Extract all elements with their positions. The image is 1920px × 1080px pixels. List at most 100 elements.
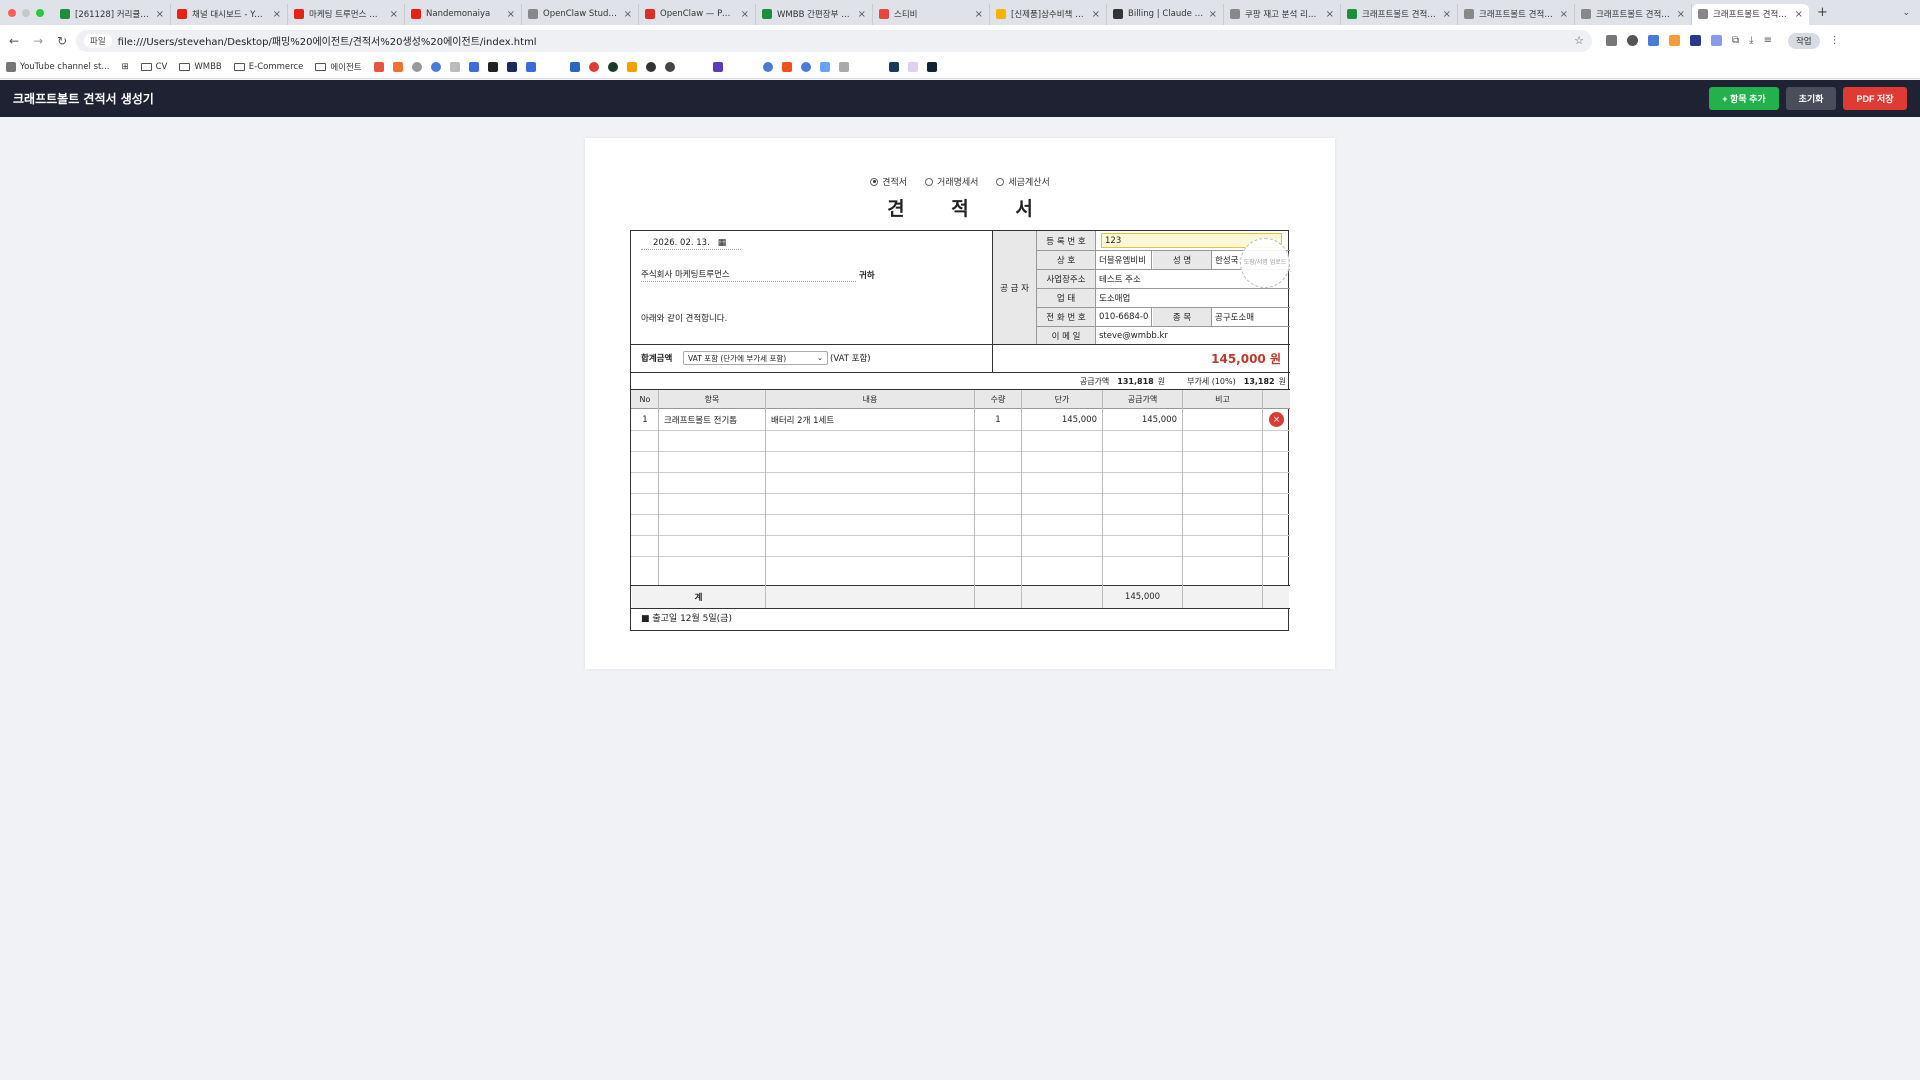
bookmark-icon[interactable] xyxy=(907,62,918,72)
bookmark-icon[interactable] xyxy=(607,62,618,72)
browser-tab[interactable]: 크래프트볼트 견적서 생 × xyxy=(1692,3,1809,25)
bookmark-folder-cv[interactable]: CV xyxy=(140,62,167,72)
vat-select[interactable]: VAT 포함 (단가에 부가세 포함) ⌄ xyxy=(683,351,828,365)
client-name-input[interactable]: 주식회사 마케팅트루먼스 xyxy=(641,267,856,282)
bookmark-icon[interactable] xyxy=(888,62,899,72)
tab-close-icon[interactable]: × xyxy=(1092,9,1100,20)
browser-tab[interactable]: 크래프트볼트 견적서 생 × xyxy=(1458,3,1575,25)
radio-checked-icon[interactable] xyxy=(870,177,879,186)
bookmark-icon[interactable] xyxy=(926,62,937,72)
email-input[interactable]: steve@wmbb.kr xyxy=(1099,327,1284,344)
bookmark-icon[interactable] xyxy=(838,62,849,72)
radio-icon[interactable] xyxy=(925,177,934,186)
tab-close-icon[interactable]: × xyxy=(1326,9,1334,20)
minimize-window-button[interactable] xyxy=(22,8,30,17)
tab-close-icon[interactable]: × xyxy=(156,9,164,20)
apps-icon[interactable]: ⊞ xyxy=(121,62,128,72)
bookmark-icon[interactable] xyxy=(762,62,773,72)
extension-icon[interactable] xyxy=(1648,35,1659,46)
browser-tab[interactable]: 채널 대시보드 - YouTube × xyxy=(171,3,288,25)
bookmark-folder-agent[interactable]: 에이전트 xyxy=(315,61,362,73)
bookmark-icon[interactable] xyxy=(525,62,536,72)
item-category-input[interactable]: 공구도소매 xyxy=(1215,308,1285,326)
phone-input[interactable]: 010-6684-0 xyxy=(1099,308,1149,326)
forward-icon[interactable]: → xyxy=(33,34,43,48)
description-input[interactable]: 배터리 2개 1세트 xyxy=(766,409,974,430)
browser-tab[interactable]: 마케팅 트루먼스 Marketing × xyxy=(288,3,405,25)
save-pdf-button[interactable]: PDF 저장 xyxy=(1843,87,1907,110)
tab-close-icon[interactable]: × xyxy=(1795,9,1803,20)
bookmark-folder-wmbb[interactable]: WMBB xyxy=(179,62,222,72)
tab-close-icon[interactable]: × xyxy=(624,9,632,20)
bookmark-folder-ecommerce[interactable]: E-Commerce xyxy=(233,62,303,72)
address-bar[interactable]: 파일 file:///Users/stevehan/Desktop/패밍%20에… xyxy=(76,29,1592,52)
menu-icon[interactable]: ⋮ xyxy=(1830,35,1840,46)
extension-icon[interactable] xyxy=(1711,35,1722,46)
footer-note[interactable]: ■ 출고일 12월 5일(금) xyxy=(641,609,941,625)
browser-tab[interactable]: Nandemonaiya × xyxy=(405,3,522,25)
bookmark-youtube-channel[interactable]: YouTube channel st... xyxy=(6,62,109,72)
new-tab-button[interactable]: + xyxy=(1809,5,1836,20)
bookmark-icon[interactable] xyxy=(819,62,830,72)
tab-close-icon[interactable]: × xyxy=(273,9,281,20)
browser-tab[interactable]: 크래프트볼트 견적서 - × xyxy=(1341,3,1458,25)
bookmark-icon[interactable] xyxy=(645,62,656,72)
doc-type-quote[interactable]: 견적서 xyxy=(870,175,907,188)
bookmark-icon[interactable] xyxy=(588,62,599,72)
bookmark-icon[interactable] xyxy=(800,62,811,72)
bookmark-icon[interactable] xyxy=(468,62,479,72)
browser-tab[interactable]: 크래프트볼트 견적서 생 × xyxy=(1575,3,1692,25)
url-text[interactable]: file:///Users/stevehan/Desktop/패밍%20에이전트… xyxy=(118,33,1574,48)
unit-price-input[interactable]: 145,000 xyxy=(1022,409,1102,430)
bookmark-icon[interactable] xyxy=(664,62,675,72)
company-input[interactable]: 더블유엠비비 xyxy=(1099,251,1149,269)
browser-tab[interactable]: WMBB 간편장부 - Go × xyxy=(756,3,873,25)
bookmark-icon[interactable] xyxy=(411,62,422,72)
bookmark-icon[interactable] xyxy=(626,62,637,72)
bookmark-icon[interactable] xyxy=(373,62,384,72)
bookmark-star-icon[interactable]: ☆ xyxy=(1574,34,1584,47)
doc-type-tax-invoice[interactable]: 세금계산서 xyxy=(996,175,1050,188)
site-info-chip[interactable]: 파일 xyxy=(84,33,112,48)
reload-icon[interactable]: ↻ xyxy=(57,34,67,48)
browser-tab[interactable]: [261128] 커리큘럼 시 × xyxy=(54,3,171,25)
delete-row-icon[interactable]: × xyxy=(1269,412,1284,427)
profile-button[interactable]: 작업 xyxy=(1787,32,1820,49)
tab-close-icon[interactable]: × xyxy=(1677,9,1685,20)
browser-tab[interactable]: 쿠팡 재고 분석 리포트 × xyxy=(1224,3,1341,25)
calendar-icon[interactable]: ▦ xyxy=(718,238,727,248)
tab-close-icon[interactable]: × xyxy=(975,9,983,20)
browser-tab[interactable]: OpenClaw Study Guide × xyxy=(522,3,639,25)
tab-close-icon[interactable]: × xyxy=(741,9,749,20)
doc-type-statement[interactable]: 거래명세서 xyxy=(925,175,978,188)
reset-button[interactable]: 초기화 xyxy=(1786,87,1836,110)
extension-icon[interactable] xyxy=(1606,35,1617,46)
close-window-button[interactable] xyxy=(8,8,16,17)
bookmark-icon[interactable] xyxy=(506,62,517,72)
tab-close-icon[interactable]: × xyxy=(1209,9,1217,20)
bookmark-icon[interactable] xyxy=(487,62,498,72)
item-name-input[interactable]: 크래프트볼트 전기톱 xyxy=(659,409,765,430)
puzzle-icon[interactable]: ⧉ xyxy=(1732,35,1739,46)
tab-close-icon[interactable]: × xyxy=(1443,9,1451,20)
browser-tab[interactable]: [신제품]삼수비책 세트 × xyxy=(990,3,1107,25)
note-input[interactable] xyxy=(1183,409,1262,430)
bookmark-icon[interactable] xyxy=(712,62,723,72)
browser-tab[interactable]: 스티비 × xyxy=(873,3,990,25)
media-control-icon[interactable]: ≡ xyxy=(1764,35,1772,46)
tab-close-icon[interactable]: × xyxy=(858,9,866,20)
extension-icon[interactable] xyxy=(1669,35,1680,46)
radio-icon[interactable] xyxy=(996,177,1005,186)
bookmark-icon[interactable] xyxy=(569,62,580,72)
bookmark-icon[interactable] xyxy=(781,62,792,72)
quantity-input[interactable]: 1 xyxy=(975,409,1021,430)
bookmark-icon[interactable] xyxy=(392,62,403,72)
business-type-input[interactable]: 도소매업 xyxy=(1099,289,1284,307)
date-input[interactable]: 2026. 02. 13. ▦ xyxy=(641,236,741,250)
bookmark-icon[interactable] xyxy=(430,62,441,72)
bookmark-icon[interactable] xyxy=(449,62,460,72)
stamp-upload-area[interactable]: 도장/서명 업로드 xyxy=(1240,238,1290,288)
extension-icon[interactable] xyxy=(1627,35,1638,46)
tab-close-icon[interactable]: × xyxy=(390,9,398,20)
browser-tab[interactable]: Billing | Claude Dev × xyxy=(1107,3,1224,25)
